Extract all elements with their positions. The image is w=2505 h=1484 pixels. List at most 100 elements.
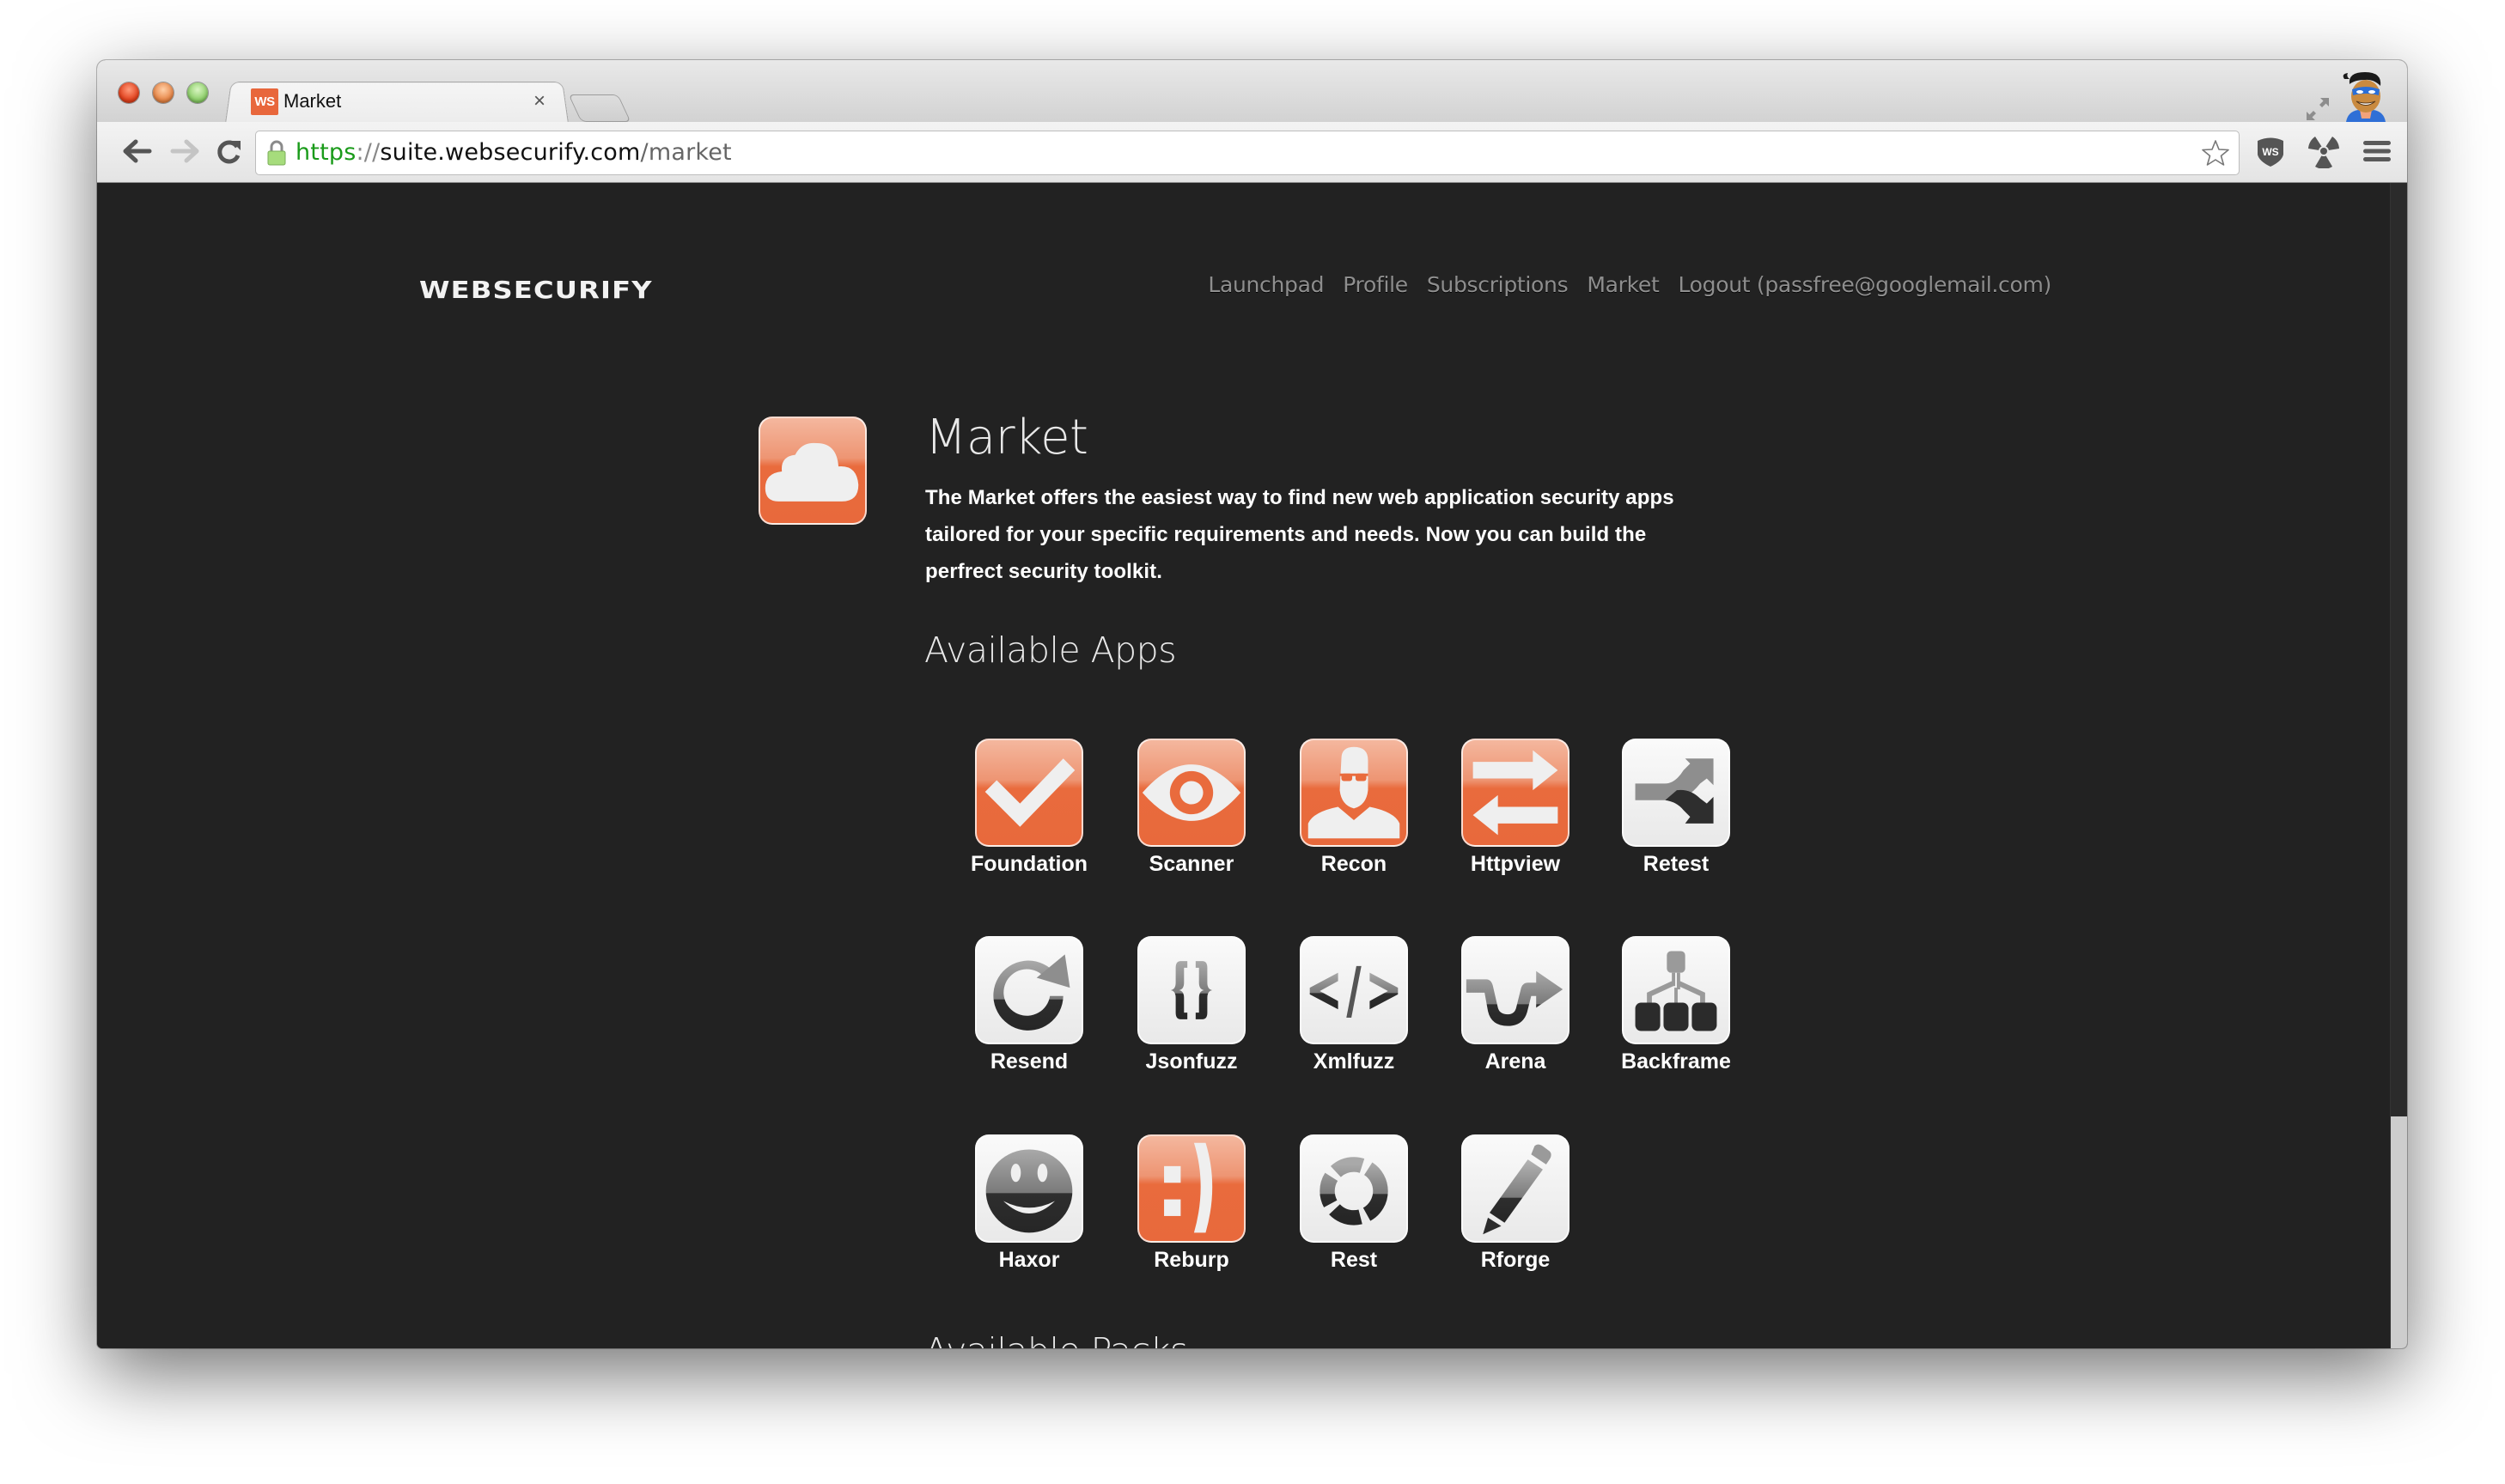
websecurify-favicon-icon: WS <box>251 88 278 115</box>
checkmark-icon <box>984 758 1076 827</box>
app-label: Backframe <box>1621 1049 1731 1073</box>
app-tile <box>975 936 1083 1044</box>
app-label: Rest <box>1330 1248 1378 1272</box>
app-jsonfuzz[interactable]: Jsonfuzz <box>1111 936 1272 1074</box>
app-label: Rforge <box>1480 1248 1551 1272</box>
back-button[interactable] <box>122 136 153 167</box>
browser-window: WS Market × https://suite.websecurify.co… <box>97 60 2407 1348</box>
app-label: Retest <box>1643 852 1710 876</box>
app-label: Scanner <box>1149 852 1234 876</box>
back-icon <box>123 139 152 163</box>
profile-avatar-icon[interactable] <box>2339 69 2391 122</box>
svg-text:WS: WS <box>2262 146 2278 158</box>
url-host: suite.websecurify.com <box>380 139 641 166</box>
url-text[interactable]: https://suite.websecurify.com/market <box>296 139 732 166</box>
app-retest[interactable]: Retest <box>1595 739 1757 877</box>
app-label: Xmlfuzz <box>1313 1049 1395 1073</box>
top-navigation: Launchpad Profile Subscriptions Market L… <box>1208 272 2051 297</box>
app-label: Haxor <box>998 1248 1060 1272</box>
browser-toolbar: https://suite.websecurify.com/market WS <box>97 122 2407 183</box>
scrollbar-thumb[interactable] <box>2391 1116 2407 1348</box>
app-label: Recon <box>1320 852 1387 876</box>
app-tile <box>1137 936 1246 1044</box>
available-packs-heading: Available Packs <box>924 1330 1188 1348</box>
smiley-icon <box>985 1149 1073 1233</box>
app-tile <box>1300 936 1408 1044</box>
app-tile <box>1622 739 1730 847</box>
app-tile <box>1622 936 1730 1044</box>
tab-content[interactable]: WS Market <box>251 88 341 115</box>
redo-arrow-icon <box>993 954 1070 1031</box>
nav-launchpad[interactable]: Launchpad <box>1208 272 1324 297</box>
app-tile <box>1137 739 1246 847</box>
app-tile <box>1300 1134 1408 1243</box>
menu-icon[interactable] <box>2360 134 2394 168</box>
url-separator: :// <box>356 139 381 166</box>
app-httpview[interactable]: Httpview <box>1435 739 1596 877</box>
pencil-icon <box>1483 1144 1551 1235</box>
eye-icon <box>1142 764 1241 821</box>
window-minimize-button[interactable] <box>153 82 174 103</box>
app-recon[interactable]: Recon <box>1273 739 1435 877</box>
app-tile <box>1461 1134 1569 1243</box>
hierarchy-icon <box>1635 951 1717 1031</box>
app-rest[interactable]: Rest <box>1273 1134 1435 1273</box>
app-haxor[interactable]: Haxor <box>948 1134 1110 1273</box>
market-icon-tile <box>759 417 867 525</box>
app-rforge[interactable]: Rforge <box>1435 1134 1596 1273</box>
nav-subscriptions[interactable]: Subscriptions <box>1427 272 1569 297</box>
window-maximize-button[interactable] <box>187 82 208 103</box>
nav-market[interactable]: Market <box>1587 272 1659 297</box>
app-tile <box>1461 739 1569 847</box>
app-label: Arena <box>1484 1049 1546 1073</box>
fullscreen-icon[interactable] <box>2305 96 2331 122</box>
cloud-icon <box>765 442 859 502</box>
app-xmlfuzz[interactable]: Xmlfuzz <box>1273 936 1435 1074</box>
websecurify-extension-icon[interactable]: WS <box>2253 134 2288 168</box>
code-tag-icon <box>1309 965 1399 1018</box>
nav-logout[interactable]: Logout (passfree@googlemail.com) <box>1678 272 2051 297</box>
app-label: Reburp <box>1154 1248 1229 1272</box>
app-tile <box>1137 1134 1246 1243</box>
split-arrows-icon <box>1635 758 1714 824</box>
curly-braces-icon <box>1170 961 1213 1019</box>
app-label: Jsonfuzz <box>1145 1049 1238 1073</box>
bookmark-star-icon[interactable] <box>2201 138 2230 167</box>
ring-segments-icon <box>1320 1157 1388 1226</box>
page-scrollbar[interactable] <box>2390 183 2407 1348</box>
app-tile <box>975 739 1083 847</box>
url-path: /market <box>640 139 732 166</box>
app-scanner[interactable]: Scanner <box>1111 739 1272 877</box>
tab-strip: WS Market × <box>97 60 2407 124</box>
app-tile <box>1461 936 1569 1044</box>
app-foundation[interactable]: Foundation <box>948 739 1110 877</box>
forward-button[interactable] <box>169 136 200 167</box>
forward-icon <box>170 139 199 163</box>
radiation-extension-icon[interactable] <box>2307 134 2341 168</box>
app-resend[interactable]: Resend <box>948 936 1110 1074</box>
new-tab-button[interactable] <box>568 94 631 122</box>
app-backframe[interactable]: Backframe <box>1595 936 1757 1074</box>
app-reburp[interactable]: Reburp <box>1111 1134 1272 1273</box>
app-arena[interactable]: Arena <box>1435 936 1596 1074</box>
nav-profile[interactable]: Profile <box>1343 272 1408 297</box>
person-icon <box>1307 746 1400 839</box>
app-tile <box>1300 739 1408 847</box>
app-label: Httpview <box>1470 852 1561 876</box>
path-arrow-icon <box>1466 970 1563 1026</box>
lock-icon <box>267 140 286 166</box>
page-content: WEBSECURIFY Launchpad Profile Subscripti… <box>97 183 2390 1348</box>
tab-close-icon[interactable]: × <box>533 89 545 113</box>
reload-button[interactable] <box>214 136 245 167</box>
window-close-button[interactable] <box>119 82 139 103</box>
reload-icon <box>217 140 241 164</box>
swap-arrows-icon <box>1472 750 1558 836</box>
websecurify-logo[interactable]: WEBSECURIFY <box>419 276 653 304</box>
address-bar[interactable]: https://suite.websecurify.com/market <box>255 131 2240 175</box>
tab-title: Market <box>283 90 342 112</box>
app-label: Resend <box>990 1049 1069 1073</box>
emoticon-icon <box>1164 1142 1213 1233</box>
available-apps-heading: Available Apps <box>924 629 1177 671</box>
app-label: Foundation <box>970 852 1088 876</box>
page-title: Market <box>925 410 1088 465</box>
